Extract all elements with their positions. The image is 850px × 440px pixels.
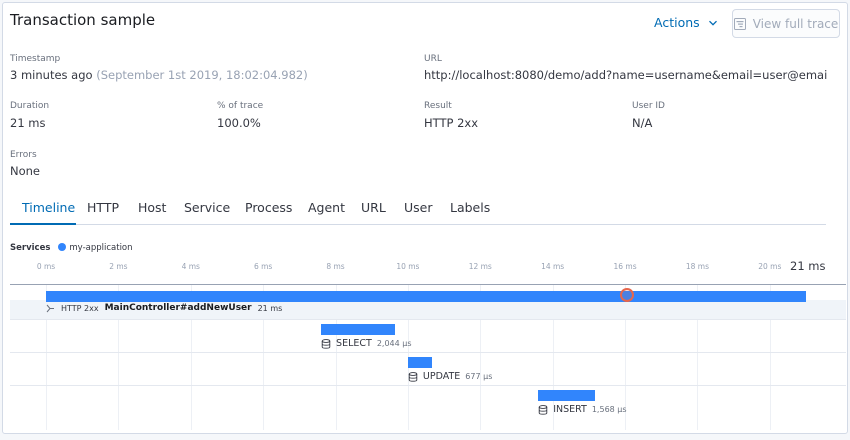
timestamp-relative: 3 minutes ago xyxy=(10,68,93,82)
timestamp-label: Timestamp xyxy=(10,54,61,64)
span-duration: 2,044 μs xyxy=(376,339,412,348)
row-divider xyxy=(10,319,846,320)
mouse-cursor-indicator xyxy=(620,288,634,302)
timeline-tick-label: 16 ms xyxy=(613,262,637,271)
actions-label: Actions xyxy=(654,15,700,30)
timeline-tick-label: 10 ms xyxy=(396,262,420,271)
duration-value: 21 ms xyxy=(10,116,46,130)
span-name: SELECT xyxy=(336,338,372,349)
tab-timeline[interactable]: Timeline xyxy=(22,200,75,215)
chevron-down-icon xyxy=(708,20,717,26)
merge-icon xyxy=(46,304,54,312)
timeline-tick-label: 8 ms xyxy=(326,262,345,271)
tab-url[interactable]: URL xyxy=(361,200,386,215)
transaction-duration: 21 ms xyxy=(257,303,283,313)
services-label: Services xyxy=(10,243,51,253)
database-icon xyxy=(321,338,331,349)
service-color-dot xyxy=(58,243,67,251)
transaction-result: HTTP 2xx xyxy=(61,303,99,313)
tab-process[interactable]: Process xyxy=(245,200,292,215)
span-bar-insert[interactable] xyxy=(538,390,595,401)
span-bar-select[interactable] xyxy=(321,324,396,335)
span-duration: 1,568 μs xyxy=(591,405,627,414)
page-title: Transaction sample xyxy=(10,11,156,29)
span-duration: 677 μs xyxy=(465,372,493,381)
result-value: HTTP 2xx xyxy=(424,116,479,130)
transaction-bar[interactable] xyxy=(46,291,806,302)
row-divider xyxy=(10,352,846,353)
timeline-axis-line xyxy=(10,284,846,285)
tab-service[interactable]: Service xyxy=(184,200,230,215)
actions-button[interactable]: Actions xyxy=(654,15,718,30)
tab-labels[interactable]: Labels xyxy=(450,200,490,215)
timeline-tick-label: 0 ms xyxy=(36,262,56,271)
url-value: http://localhost:8080/demo/add?name=user… xyxy=(424,68,828,82)
span-bar-update[interactable] xyxy=(407,357,433,368)
tab-divider xyxy=(10,224,826,225)
view-full-trace-button[interactable]: View full trace xyxy=(732,9,840,38)
timeline-tick-label: 6 ms xyxy=(253,262,273,271)
transaction-label: HTTP 2xx MainController#addNewUser 21 ms xyxy=(46,303,282,313)
tab-host[interactable]: Host xyxy=(138,200,166,215)
span-name: INSERT xyxy=(553,404,587,415)
timeline-tick-label: 14 ms xyxy=(541,262,565,271)
timeline-end-label: 21 ms xyxy=(790,259,826,273)
timeline-tick-label: 18 ms xyxy=(685,262,709,271)
duration-label: Duration xyxy=(10,101,50,111)
services-legend: Services my-application xyxy=(10,243,133,253)
service-legend-item[interactable]: my-application xyxy=(58,243,133,253)
service-name: my-application xyxy=(69,243,133,253)
url-label: URL xyxy=(424,54,442,64)
span-name: UPDATE xyxy=(422,371,461,382)
timeline-tick-label: 20 ms xyxy=(758,262,782,271)
span-label-select: SELECT 2,044 μs xyxy=(321,338,412,349)
errors-label: Errors xyxy=(10,150,37,160)
percent-of-trace-label: % of trace xyxy=(217,101,264,111)
active-tab-indicator xyxy=(10,223,76,225)
user-id-label: User ID xyxy=(632,101,665,111)
span-label-update: UPDATE 677 μs xyxy=(408,371,492,382)
apm-trace-icon xyxy=(733,17,746,30)
tab-user[interactable]: User xyxy=(404,200,433,215)
tab-agent[interactable]: Agent xyxy=(308,200,345,215)
transaction-name: MainController#addNewUser xyxy=(104,303,252,313)
span-label-insert: INSERT 1,568 μs xyxy=(538,404,627,415)
database-icon xyxy=(538,404,548,415)
user-id-value: N/A xyxy=(632,116,653,130)
tab-http[interactable]: HTTP xyxy=(87,200,119,215)
timeline-tick-label: 4 ms xyxy=(181,262,200,271)
timestamp-absolute: (September 1st 2019, 18:02:04.982) xyxy=(96,68,308,82)
timestamp-value: 3 minutes ago (September 1st 2019, 18:02… xyxy=(10,68,308,82)
row-divider xyxy=(10,385,846,386)
result-label: Result xyxy=(424,101,452,111)
errors-value: None xyxy=(10,164,41,178)
database-icon xyxy=(408,371,418,382)
timeline-tick-label: 2 ms xyxy=(109,262,128,271)
timeline-tick-label: 12 ms xyxy=(468,262,492,271)
view-full-trace-label: View full trace xyxy=(752,16,839,31)
transaction-sample-panel xyxy=(2,2,848,434)
percent-of-trace-value: 100.0% xyxy=(217,116,261,130)
